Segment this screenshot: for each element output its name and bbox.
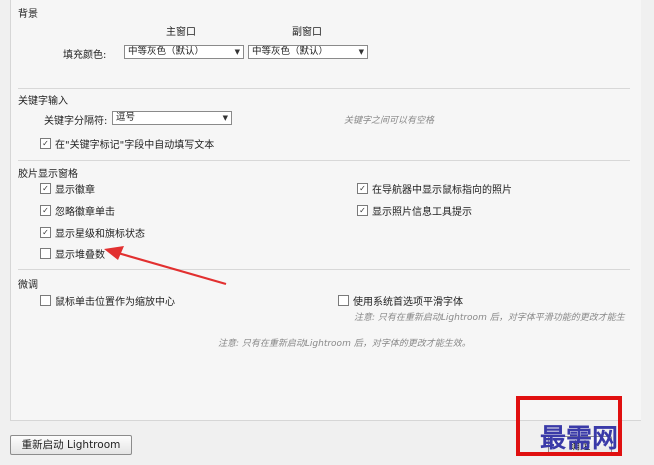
restart-lightroom-button[interactable]: 重新启动 Lightroom xyxy=(10,435,132,455)
watermark-logo: 最需网 xyxy=(540,424,619,454)
